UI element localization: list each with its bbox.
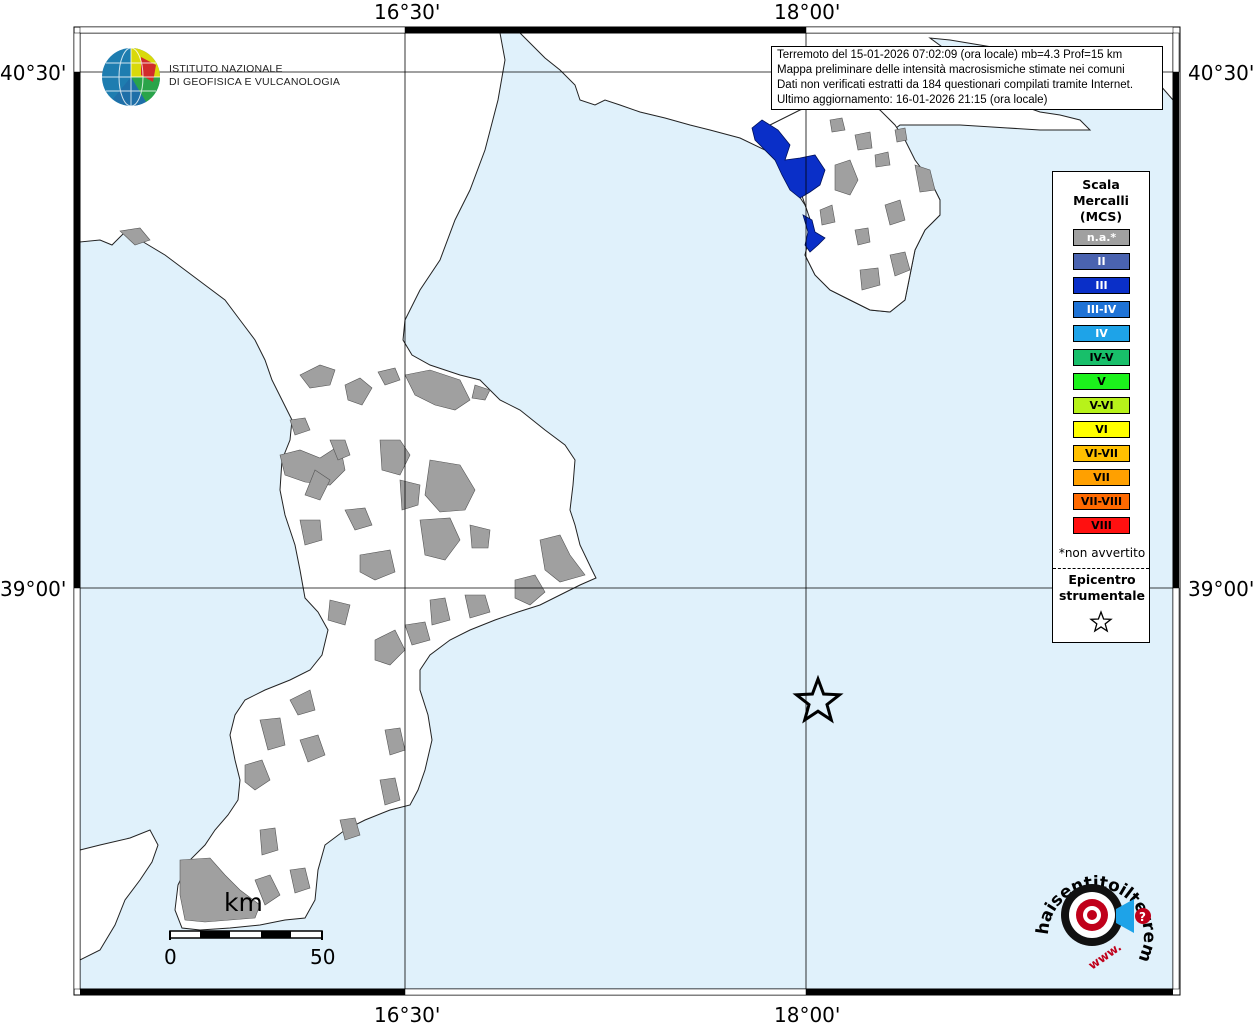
scale-unit: km [224, 888, 263, 917]
legend-item: III-IV [1073, 301, 1130, 318]
legend-item: VII [1073, 469, 1130, 486]
legend-item: VI [1073, 421, 1130, 438]
intensity-legend: Scala Mercalli (MCS) n.a.* II III III-IV IV I… [1052, 171, 1150, 643]
legend-item: VI-VII [1073, 445, 1130, 462]
legend-title-line2: Mercalli [1073, 193, 1129, 208]
legend-note: *non avvertito [1058, 546, 1146, 560]
legend-item: VIII [1073, 517, 1130, 534]
haisentito-watermark: haisentitoilterremoto.it www. ? [1024, 850, 1160, 989]
legend-item: V [1073, 373, 1130, 390]
svg-text:?: ? [1139, 910, 1146, 924]
lon-tick-bottom-2: 18°00' [774, 1003, 841, 1027]
lon-tick-top-2: 18°00' [774, 0, 841, 24]
legend-item: IV [1073, 325, 1130, 342]
scale-bar [169, 930, 323, 940]
lat-tick-left-2: 39°00' [0, 577, 67, 601]
event-info-line3: Dati non verificati estratti da 184 ques… [777, 79, 1134, 91]
scale-max: 50 [310, 945, 336, 969]
event-info-line4: Ultimo aggiornamento: 16-01-2026 21:15 (… [777, 94, 1048, 106]
legend-title-line3: (MCS) [1079, 209, 1123, 224]
ingv-name: ISTITUTO NAZIONALE DI GEOFISICA E VULCAN… [169, 63, 340, 89]
lon-tick-top-1: 16°30' [374, 0, 441, 24]
haisentito-logo-icon: haisentitoilterremoto.it www. ? [1024, 850, 1159, 972]
legend-item: VII-VIII [1073, 493, 1130, 510]
legend-title-line1: Scala [1082, 177, 1120, 192]
legend-item: IV-V [1073, 349, 1130, 366]
ingv-logo [101, 47, 161, 111]
legend-epicenter-line2: strumentale [1058, 588, 1146, 603]
ingv-name-line2: DI GEOFISICA E VULCANOLOGIA [169, 76, 341, 88]
ingv-name-line1: ISTITUTO NAZIONALE [169, 63, 283, 75]
ingv-globe-icon [102, 47, 161, 107]
legend-item: n.a.* [1073, 229, 1130, 246]
lat-tick-left-1: 40°30' [0, 61, 67, 85]
legend-separator [1053, 568, 1149, 569]
legend-title: Scala Mercalli (MCS) [1053, 177, 1149, 225]
scale-min: 0 [164, 945, 177, 969]
event-info-line1: Terremoto del 15-01-2026 07:02:09 (ora l… [777, 49, 1123, 61]
legend-item: III [1073, 277, 1130, 294]
lat-tick-right-1: 40°30' [1188, 61, 1254, 85]
lon-tick-bottom-1: 16°30' [374, 1003, 441, 1027]
event-info-box: Terremoto del 15-01-2026 07:02:09 (ora l… [771, 46, 1163, 110]
legend-epicenter-line1: Epicentro [1068, 572, 1136, 587]
lat-tick-right-2: 39°00' [1188, 577, 1254, 601]
legend-item: V-VI [1073, 397, 1130, 414]
event-info-line2: Mappa preliminare delle intensità macros… [777, 64, 1125, 76]
legend-item: II [1073, 253, 1130, 270]
legend-star-icon [1089, 610, 1113, 633]
legend-epicenter-label: Epicentro strumentale [1053, 572, 1151, 604]
